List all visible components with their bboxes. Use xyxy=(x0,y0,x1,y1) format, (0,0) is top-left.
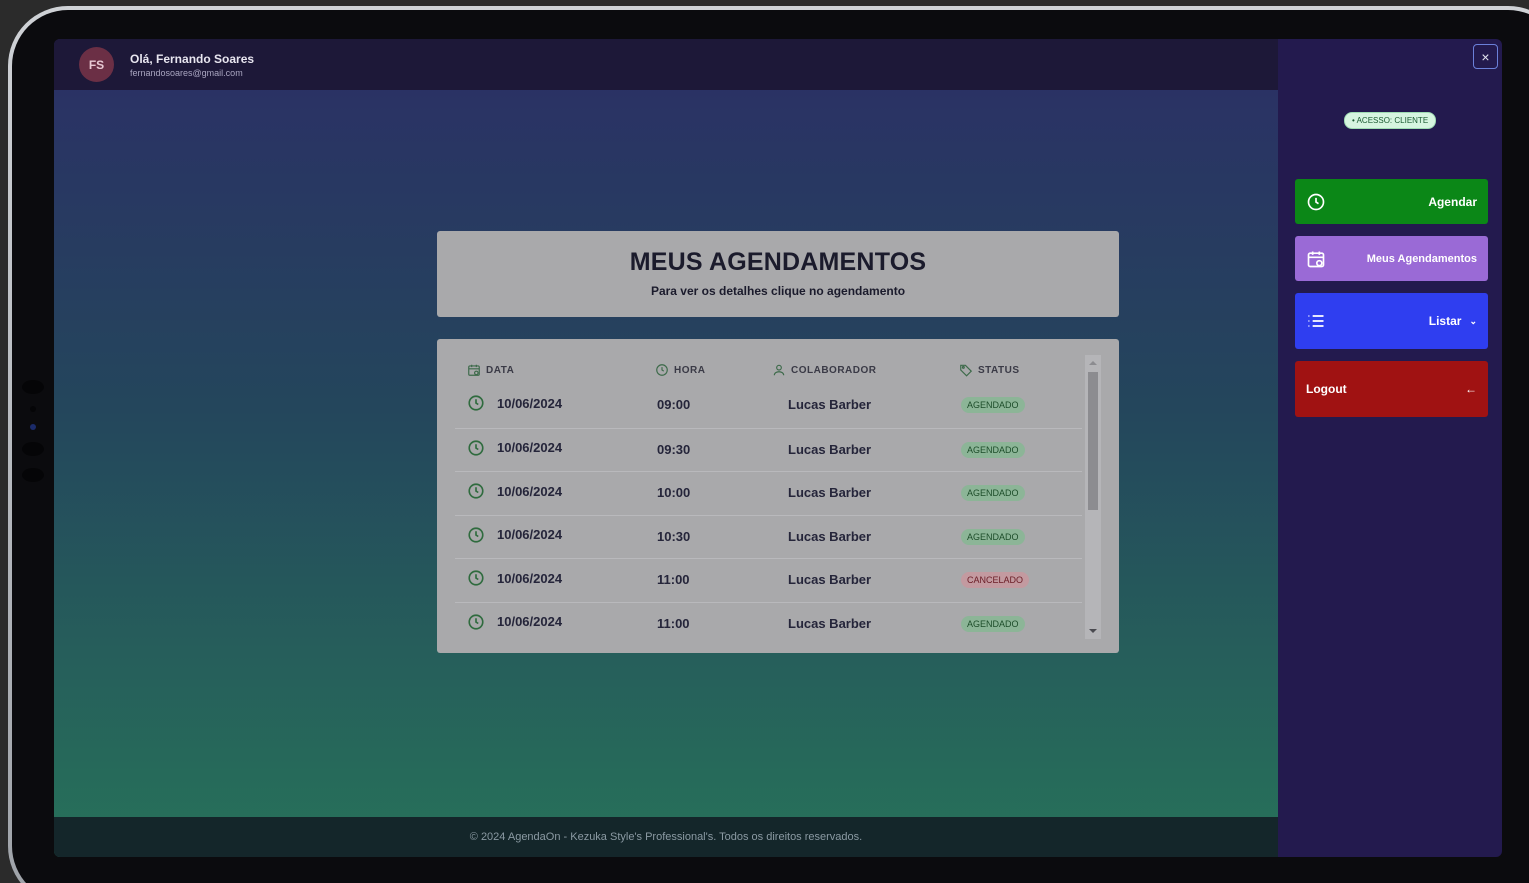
table-body: 10/06/2024 09:00 Lucas Barber AGENDADO 10/06… xyxy=(455,384,1082,646)
row-collaborator: Lucas Barber xyxy=(788,572,872,588)
sidebar: × • ACESSO: CLIENTE Agendar Meus Agendam… xyxy=(1278,39,1502,857)
row-date: 10/06/2024 xyxy=(467,482,562,500)
clock-icon xyxy=(468,614,484,630)
close-icon: × xyxy=(1481,48,1490,65)
footer: © 2024 AgendaOn - Kezuka Style's Profess… xyxy=(54,817,1278,857)
row-collaborator: Lucas Barber xyxy=(788,441,872,457)
clock-icon xyxy=(468,395,484,411)
status-badge: AGENDADO xyxy=(961,397,1025,413)
row-collaborator: Lucas Barber xyxy=(788,485,872,501)
logout-label: Logout xyxy=(1306,382,1347,396)
page-subtitle: Para ver os detalhes clique no agendamen… xyxy=(650,284,906,298)
meus-agendamentos-label: Meus Agendamentos xyxy=(1366,252,1477,265)
arrow-left-icon: ← xyxy=(1465,382,1477,396)
clock-icon xyxy=(468,440,484,456)
row-date-text: 10/06/2024 xyxy=(497,483,563,499)
tag-icon xyxy=(960,364,973,377)
column-header-hora: HORA xyxy=(655,363,705,377)
row-date: 10/06/2024 xyxy=(467,439,562,457)
footer-text: © 2024 AgendaOn - Kezuka Style's Profess… xyxy=(469,831,863,843)
scroll-thumb[interactable] xyxy=(1088,372,1098,510)
avatar[interactable]: FS xyxy=(79,47,114,82)
table-header: DATA HORA COLABORADOR STATUS xyxy=(455,357,1080,382)
row-time: 10:00 xyxy=(657,485,691,501)
app-screen: FS Olá, Fernando Soares fernandosoares@g… xyxy=(54,39,1502,857)
chevron-down-icon: ⌄ xyxy=(1469,315,1477,326)
access-badge: • ACESSO: CLIENTE xyxy=(1344,112,1437,129)
logout-button[interactable]: Logout ← xyxy=(1295,361,1488,417)
user-greeting: Olá, Fernando Soares xyxy=(130,51,255,66)
clock-icon xyxy=(468,483,484,499)
page-title: MEUS AGENDAMENTOS xyxy=(629,248,927,276)
row-date: 10/06/2024 xyxy=(467,394,562,412)
status-badge: AGENDADO xyxy=(961,441,1025,458)
clock-icon xyxy=(468,570,484,586)
list-icon xyxy=(1308,315,1324,327)
status-badge: AGENDADO xyxy=(961,485,1025,502)
listar-label: Listar xyxy=(1428,314,1462,328)
column-label-status: STATUS xyxy=(978,364,1020,376)
table-scrollbar[interactable] xyxy=(1085,355,1101,639)
status-badge: AGENDADO xyxy=(961,528,1025,545)
table-row[interactable]: 10/06/2024 10:30 Lucas Barber AGENDADO xyxy=(455,514,1082,559)
row-date: 10/06/2024 xyxy=(467,569,562,587)
column-header-data: DATA xyxy=(467,363,514,377)
column-label-hora: HORA xyxy=(674,364,706,376)
row-time: 09:00 xyxy=(657,397,691,412)
clock-icon xyxy=(1307,193,1325,210)
calendar-icon xyxy=(468,364,480,376)
main-content: FS Olá, Fernando Soares fernandosoares@g… xyxy=(54,39,1278,857)
row-time: 09:30 xyxy=(657,441,691,457)
user-email: fernandosoares@gmail.com xyxy=(130,67,243,78)
table-row[interactable]: 10/06/2024 11:00 Lucas Barber CANCELADO xyxy=(455,558,1082,602)
tablet-camera xyxy=(22,380,44,494)
agendar-button[interactable]: Agendar xyxy=(1295,179,1488,224)
listar-button[interactable]: Listar ⌄ xyxy=(1295,293,1488,349)
table-row[interactable]: 10/06/2024 11:00 Lucas Barber AGENDADO xyxy=(455,601,1082,646)
calendar-clock-icon xyxy=(1307,251,1325,267)
column-label-colaborador: COLABORADOR xyxy=(791,364,877,376)
close-button[interactable]: × xyxy=(1473,44,1498,69)
row-date-text: 10/06/2024 xyxy=(497,527,563,543)
scroll-down-arrow[interactable] xyxy=(1089,629,1097,633)
table-row[interactable]: 10/06/2024 09:00 Lucas Barber AGENDADO xyxy=(455,384,1082,428)
column-label-data: DATA xyxy=(486,364,515,376)
table-row[interactable]: 10/06/2024 09:30 Lucas Barber AGENDADO xyxy=(455,427,1082,472)
table-row[interactable]: 10/06/2024 10:00 Lucas Barber AGENDADO xyxy=(455,471,1082,515)
row-date: 10/06/2024 xyxy=(467,613,562,631)
row-time: 10:30 xyxy=(657,528,691,544)
row-time: 11:00 xyxy=(657,615,690,631)
row-date-text: 10/06/2024 xyxy=(497,395,563,411)
top-bar: FS Olá, Fernando Soares fernandosoares@g… xyxy=(54,39,1278,90)
clock-icon xyxy=(656,364,668,376)
column-header-colaborador: COLABORADOR xyxy=(772,363,877,377)
row-date: 10/06/2024 xyxy=(467,526,562,544)
row-date-text: 10/06/2024 xyxy=(497,440,563,456)
scroll-up-arrow[interactable] xyxy=(1089,361,1097,365)
row-collaborator: Lucas Barber xyxy=(788,615,872,631)
clock-icon xyxy=(468,527,484,543)
status-badge: CANCELADO xyxy=(961,572,1030,589)
user-icon xyxy=(773,364,785,376)
row-collaborator: Lucas Barber xyxy=(788,528,872,544)
row-time: 11:00 xyxy=(657,572,690,588)
row-collaborator: Lucas Barber xyxy=(788,397,872,412)
user-info: Olá, Fernando Soares fernandosoares@gmai… xyxy=(130,52,254,78)
column-header-status: STATUS xyxy=(959,363,1020,377)
appointments-table: DATA HORA COLABORADOR STATUS 10/06/2024 0… xyxy=(437,339,1119,653)
row-date-text: 10/06/2024 xyxy=(497,570,563,586)
status-badge: AGENDADO xyxy=(961,615,1025,632)
row-date-text: 10/06/2024 xyxy=(497,614,563,630)
agendar-label: Agendar xyxy=(1428,194,1477,209)
meus-agendamentos-button[interactable]: Meus Agendamentos xyxy=(1295,236,1488,281)
page-title-card: MEUS AGENDAMENTOS Para ver os detalhes c… xyxy=(437,231,1119,317)
